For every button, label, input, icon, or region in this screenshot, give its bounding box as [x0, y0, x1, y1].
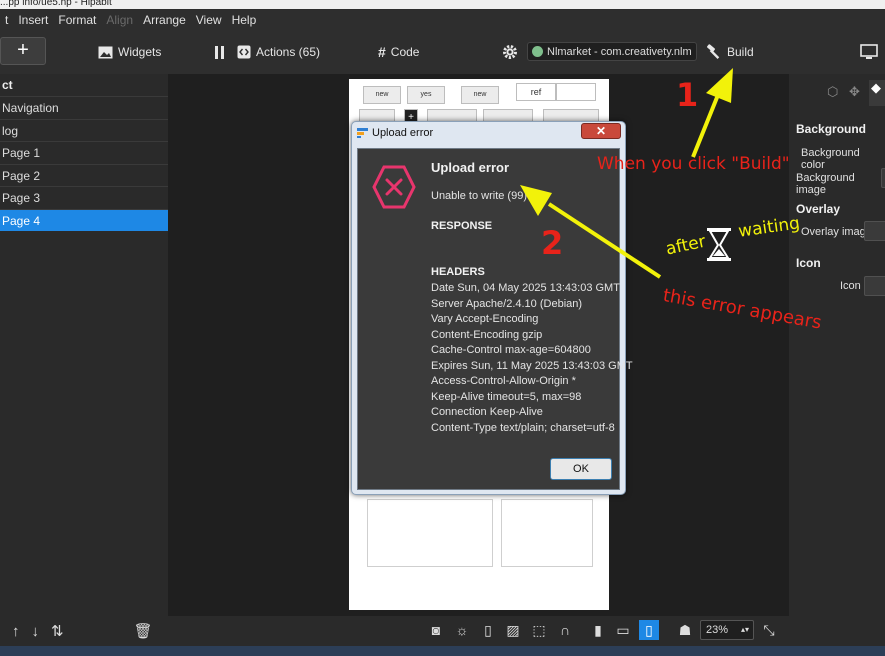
arrow-2-line: [547, 202, 662, 279]
annotation-build-note: When you click "Build": [597, 154, 790, 174]
annotation-arrows: [520, 68, 733, 279]
annotation-number-2: 2: [541, 224, 564, 262]
arrow-1-head: [706, 68, 733, 103]
hourglass-icon: [707, 228, 731, 261]
arrow-2-head: [520, 185, 552, 216]
annotation-number-1: 1: [676, 76, 699, 114]
